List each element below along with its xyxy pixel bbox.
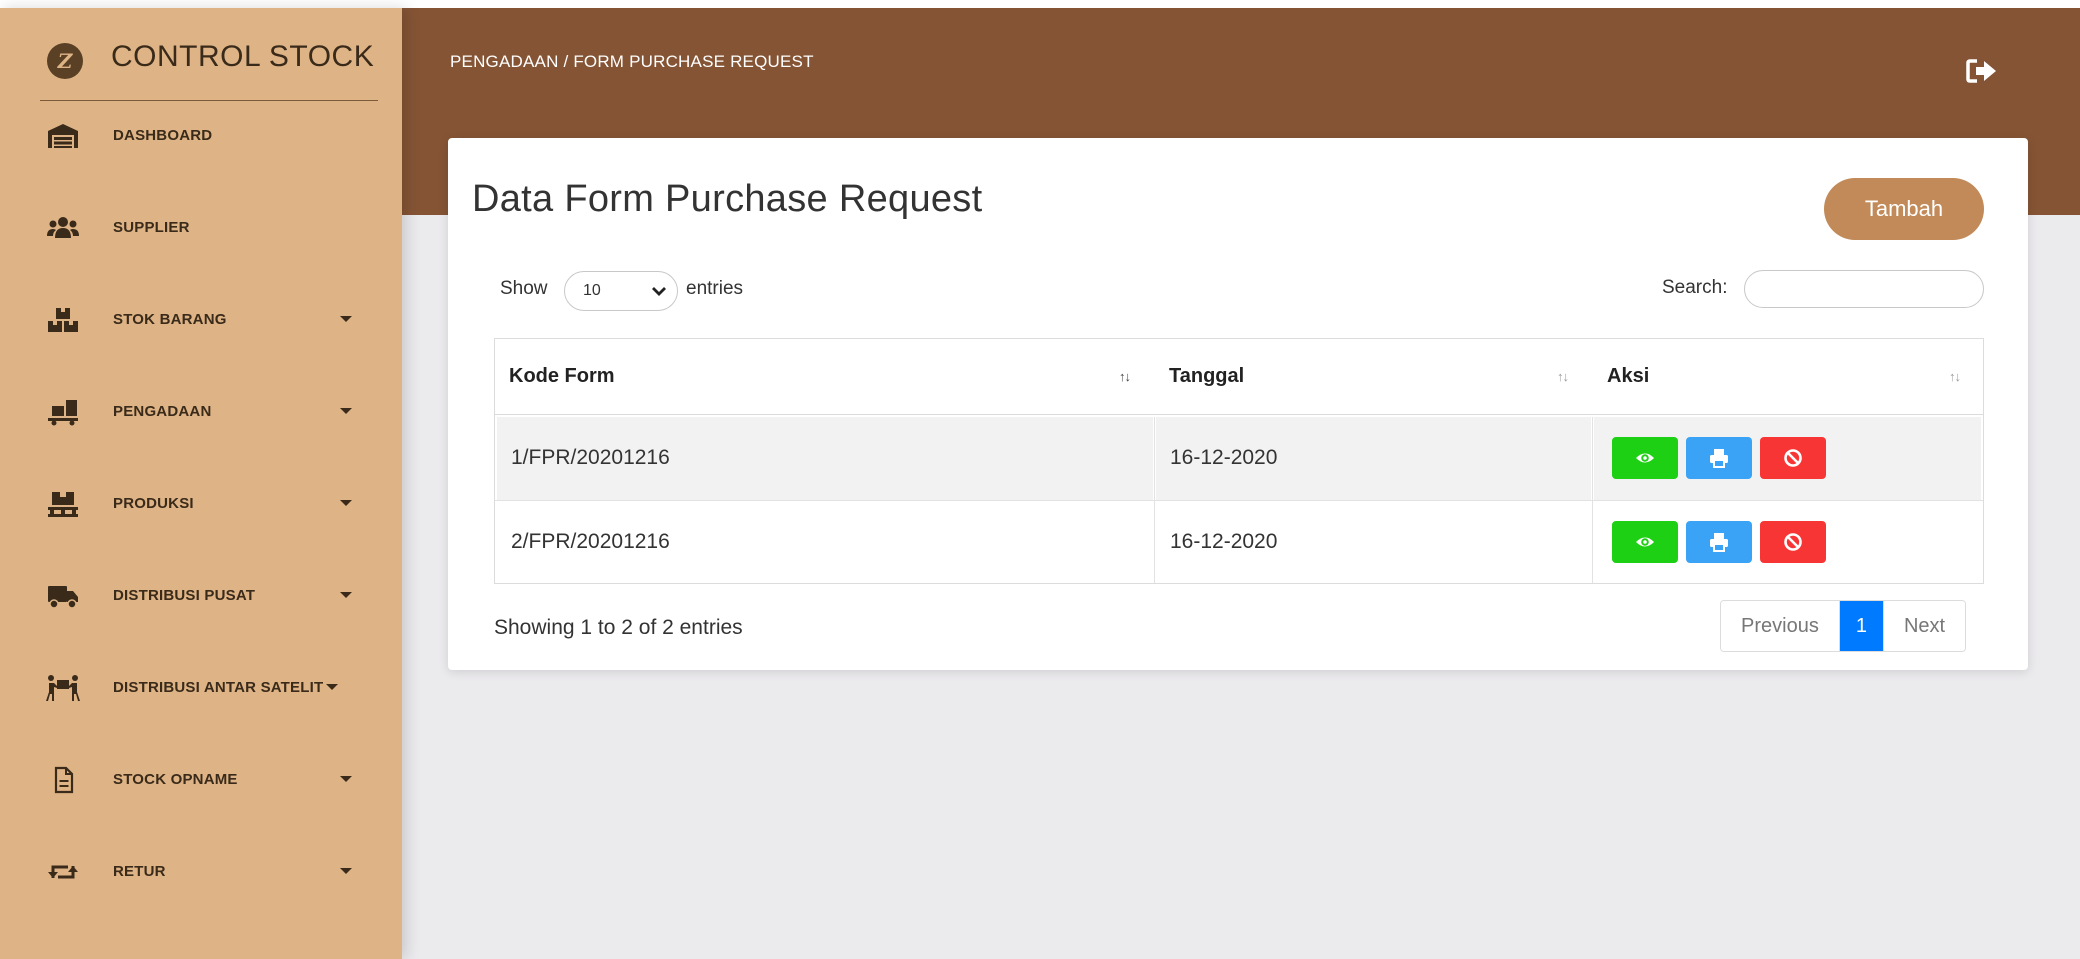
table-cell (1594, 417, 1981, 501)
entries-select-value: 10 (583, 282, 601, 299)
chevron-down-icon (651, 284, 667, 298)
tanggal-value: 16-12-2020 (1170, 446, 1278, 469)
kode-form-value: 1/FPR/20201216 (511, 446, 670, 469)
users-icon (46, 214, 80, 242)
sidebar-item-retur[interactable]: RETUR (0, 842, 402, 902)
chevron-down-icon (340, 408, 352, 414)
search-input[interactable] (1744, 270, 1984, 308)
people-carry-icon (46, 674, 80, 702)
sidebar-item-stock-opname[interactable]: STOCK OPNAME (0, 750, 402, 810)
boxes-icon (46, 306, 80, 334)
print-icon (1710, 533, 1728, 552)
warehouse-icon (46, 122, 80, 150)
data-table: Kode Form ↑↓ Tanggal ↑↓ Aksi ↑↓ 1/FPR/20… (494, 338, 1984, 584)
chevron-down-icon (326, 684, 338, 690)
table-info: Showing 1 to 2 of 2 entries (494, 616, 743, 639)
chevron-down-icon (340, 868, 352, 874)
chevron-down-icon (340, 592, 352, 598)
sidebar-item-label: STOCK OPNAME (113, 771, 238, 788)
column-header-aksi[interactable]: Aksi ↑↓ (1593, 339, 1983, 415)
brand-logo: Z (47, 43, 83, 79)
sidebar-item-label: DASHBOARD (113, 127, 213, 144)
sidebar-item-dashboard[interactable]: DASHBOARD (0, 106, 402, 166)
sidebar-item-distribusi-antar-satelit[interactable]: DISTRIBUSI ANTAR SATELIT (0, 658, 402, 718)
truck-icon (46, 582, 80, 610)
print-icon (1710, 449, 1728, 468)
print-button[interactable] (1686, 437, 1752, 479)
column-header-kode-form[interactable]: Kode Form ↑↓ (495, 339, 1155, 415)
add-button[interactable]: Tambah (1824, 178, 1984, 240)
delete-button[interactable] (1760, 521, 1826, 563)
sidebar-item-label: DISTRIBUSI PUSAT (113, 587, 256, 604)
sidebar-item-label: DISTRIBUSI ANTAR SATELIT (113, 679, 324, 696)
file-icon (46, 766, 80, 794)
delete-button[interactable] (1760, 437, 1826, 479)
brand-name: CONTROL STOCK (111, 40, 375, 73)
sidebar-item-stok-barang[interactable]: STOK BARANG (0, 290, 402, 350)
data-card: Data Form Purchase Request Tambah Show 1… (448, 138, 2028, 670)
pagination: Previous 1 Next (1720, 600, 1967, 652)
view-button[interactable] (1612, 521, 1678, 563)
page-button-1[interactable]: 1 (1839, 601, 1883, 651)
column-header-label: Tanggal (1169, 365, 1245, 387)
sign-out-icon[interactable] (1966, 58, 1998, 84)
sidebar-item-pengadaan[interactable]: PENGADAAN (0, 382, 402, 442)
dolly-icon (46, 398, 80, 426)
sidebar: Z CONTROL STOCK DASHBOARD SUPPLIER STOK … (0, 8, 402, 959)
table-row: 1/FPR/20201216 16-12-2020 (495, 417, 1983, 501)
table-row: 2/FPR/20201216 16-12-2020 (495, 501, 1983, 585)
chevron-down-icon (340, 316, 352, 322)
tanggal-value: 16-12-2020 (1170, 530, 1278, 553)
page-title: Data Form Purchase Request (472, 178, 983, 220)
search-label: Search: (1662, 277, 1728, 298)
sidebar-item-label: PRODUKSI (113, 495, 194, 512)
retweet-icon (46, 858, 80, 886)
sort-icon: ↑↓ (1557, 369, 1569, 384)
sidebar-divider (40, 100, 378, 101)
kode-form-value: 2/FPR/20201216 (511, 530, 670, 553)
sidebar-item-label: RETUR (113, 863, 166, 880)
sidebar-item-label: SUPPLIER (113, 219, 190, 236)
sidebar-item-supplier[interactable]: SUPPLIER (0, 198, 402, 258)
ban-icon (1784, 533, 1802, 551)
entries-select[interactable]: 10 (564, 271, 678, 311)
sidebar-item-distribusi-pusat[interactable]: DISTRIBUSI PUSAT (0, 566, 402, 626)
column-header-tanggal[interactable]: Tanggal ↑↓ (1155, 339, 1593, 415)
table-cell: 16-12-2020 (1156, 501, 1591, 585)
column-header-label: Kode Form (509, 365, 615, 387)
print-button[interactable] (1686, 521, 1752, 563)
sort-icon: ↑↓ (1119, 369, 1131, 384)
chevron-down-icon (340, 500, 352, 506)
sidebar-item-label: STOK BARANG (113, 311, 227, 328)
table-cell: 1/FPR/20201216 (497, 417, 1153, 501)
brand[interactable]: Z CONTROL STOCK (0, 8, 402, 104)
eye-icon (1636, 537, 1654, 547)
entries-label: entries (686, 278, 744, 299)
sidebar-item-label: PENGADAAN (113, 403, 212, 420)
breadcrumb: PENGADAAN / FORM PURCHASE REQUEST (450, 52, 814, 71)
next-page-button[interactable]: Next (1882, 601, 1966, 651)
row-divider (495, 500, 1983, 501)
view-button[interactable] (1612, 437, 1678, 479)
table-cell: 16-12-2020 (1156, 417, 1591, 501)
table-cell (1594, 501, 1981, 585)
column-header-label: Aksi (1607, 365, 1650, 387)
ban-icon (1784, 449, 1802, 467)
sidebar-item-produksi[interactable]: PRODUKSI (0, 474, 402, 534)
eye-icon (1636, 453, 1654, 463)
pallet-icon (46, 490, 80, 518)
previous-page-button[interactable]: Previous (1721, 601, 1840, 651)
show-label: Show (500, 278, 548, 299)
table-cell: 2/FPR/20201216 (497, 501, 1153, 585)
sort-icon: ↑↓ (1949, 369, 1961, 384)
chevron-down-icon (340, 776, 352, 782)
